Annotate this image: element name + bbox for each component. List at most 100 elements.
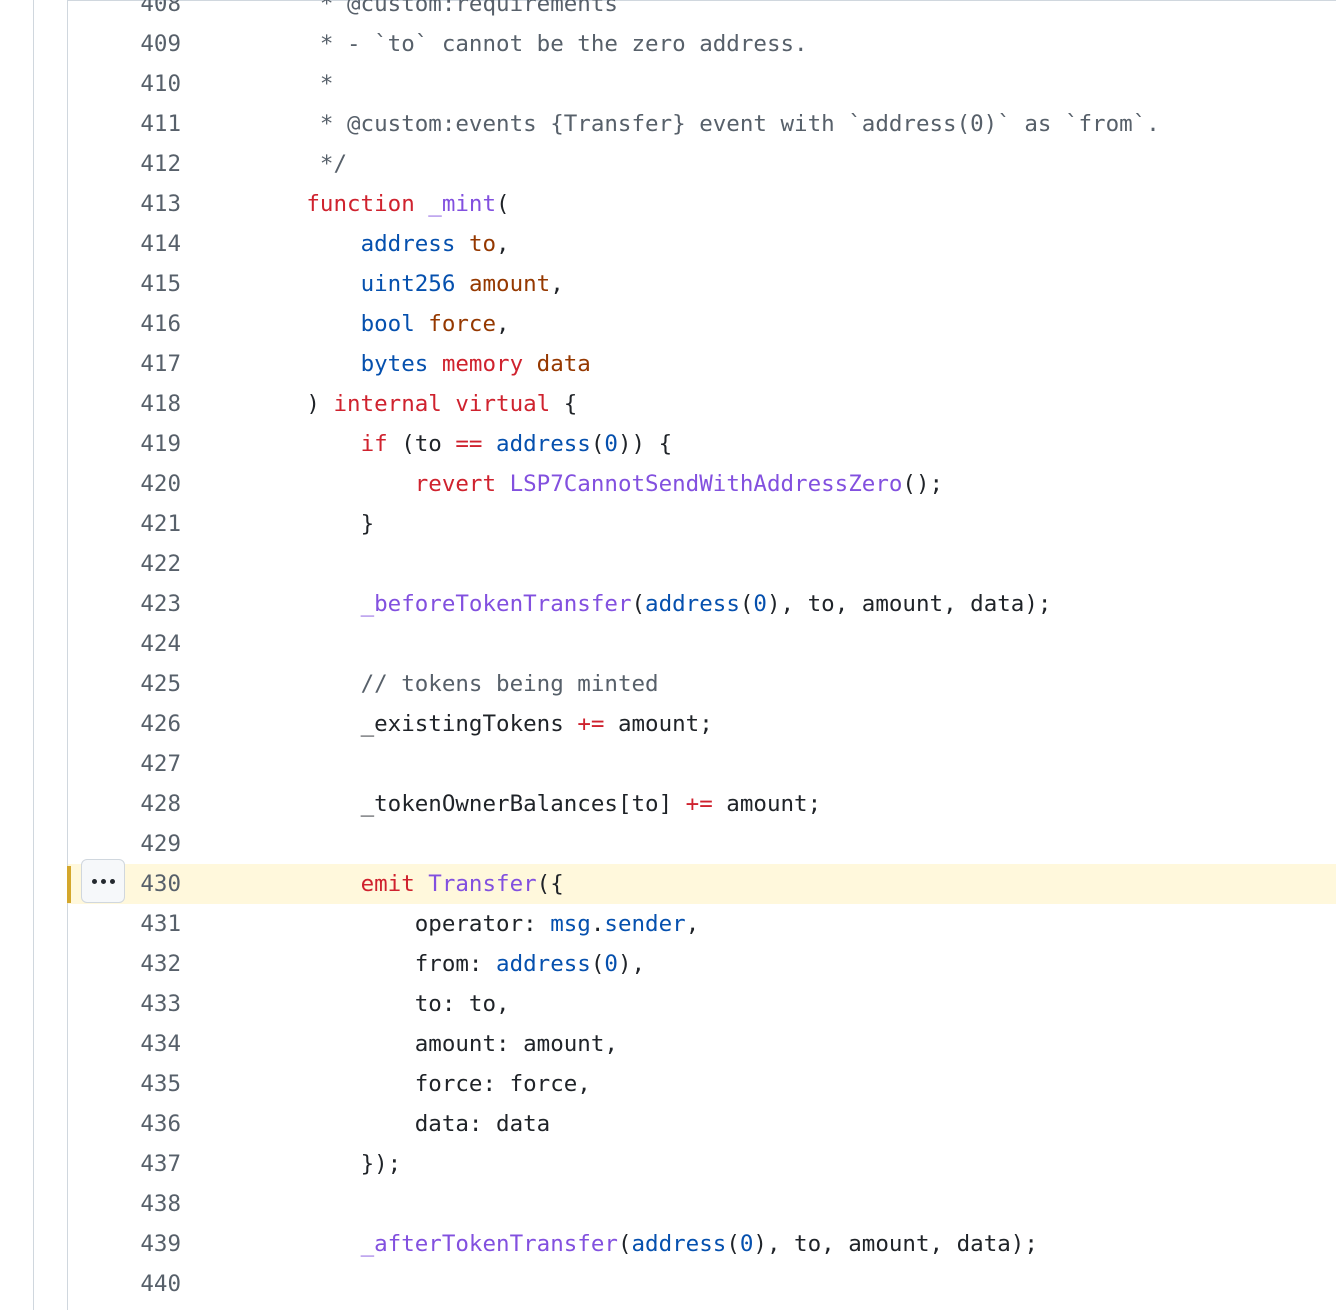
code-token: )) {: [617, 431, 673, 457]
code-token: msg: [550, 911, 591, 937]
line-number[interactable]: 432: [68, 944, 181, 984]
line-number[interactable]: 434: [68, 1024, 181, 1064]
line-number[interactable]: 421: [68, 504, 181, 544]
code-token: }: [360, 511, 375, 537]
line-number[interactable]: 410: [68, 64, 181, 104]
code-token: ), to, amount, data);: [766, 591, 1052, 617]
code-token: force: force,: [414, 1071, 591, 1097]
line-number[interactable]: 436: [68, 1104, 181, 1144]
code-token: revert: [414, 471, 497, 497]
code-text: */: [198, 144, 347, 184]
code-token: internal: [333, 391, 442, 417]
line-number[interactable]: 419: [68, 424, 181, 464]
code-token: emit: [360, 871, 415, 897]
line-number[interactable]: 417: [68, 344, 181, 384]
code-token: ==: [455, 431, 483, 457]
code-token: amount;: [604, 711, 713, 737]
code-line: 438: [68, 1184, 1336, 1224]
code-token: ): [306, 391, 334, 417]
code-text: if (to == address(0)) {: [198, 424, 673, 464]
code-token: amount;: [712, 791, 822, 817]
code-text: });: [198, 1144, 402, 1184]
code-line: 425 // tokens being minted: [68, 664, 1336, 704]
line-number[interactable]: 412: [68, 144, 181, 184]
line-number[interactable]: 422: [68, 544, 181, 584]
code-token: ,: [496, 231, 510, 257]
code-line: 433 to: to,: [68, 984, 1336, 1024]
code-token: LSP7CannotSendWithAddressZero: [509, 471, 903, 497]
line-number[interactable]: 437: [68, 1144, 181, 1184]
code-token: */: [319, 151, 348, 177]
code-token: address: [496, 431, 591, 457]
line-number[interactable]: 427: [68, 744, 181, 784]
code-token: address: [496, 951, 591, 977]
code-token: ), to, amount, data);: [753, 1231, 1038, 1257]
line-number[interactable]: 414: [68, 224, 181, 264]
code-token: address: [631, 1231, 727, 1257]
code-line: 411 * @custom:events {Transfer} event wi…: [68, 104, 1336, 144]
line-number[interactable]: 440: [68, 1264, 181, 1304]
line-number[interactable]: 413: [68, 184, 181, 224]
code-token: amount: [468, 271, 551, 297]
code-line: 431 operator: msg.sender,: [68, 904, 1336, 944]
line-number[interactable]: 433: [68, 984, 181, 1024]
line-number[interactable]: 411: [68, 104, 181, 144]
line-number[interactable]: 430: [68, 864, 181, 904]
code-line: 419 if (to == address(0)) {: [68, 424, 1336, 464]
line-number[interactable]: 431: [68, 904, 181, 944]
code-token: address: [360, 231, 456, 257]
line-number[interactable]: 429: [68, 824, 181, 864]
code-token: to: to,: [414, 991, 510, 1017]
line-number[interactable]: 425: [68, 664, 181, 704]
line-number[interactable]: 424: [68, 624, 181, 664]
code-text: bool force,: [198, 304, 510, 344]
line-number[interactable]: 420: [68, 464, 181, 504]
line-number[interactable]: 438: [68, 1184, 181, 1224]
code-token: * - `to` cannot be the zero address.: [319, 31, 808, 57]
code-line: 422: [68, 544, 1336, 584]
line-number[interactable]: 423: [68, 584, 181, 624]
line-number[interactable]: 416: [68, 304, 181, 344]
code-token: .: [590, 911, 605, 937]
code-token: (: [631, 591, 646, 617]
left-rail-divider: [33, 0, 34, 1310]
code-token: {: [550, 391, 578, 417]
code-text: to: to,: [198, 984, 510, 1024]
line-number[interactable]: 435: [68, 1064, 181, 1104]
code-text: *: [198, 64, 334, 104]
code-line: 408 * @custom:requirements: [68, 0, 1336, 24]
code-token: * @custom:requirements: [319, 0, 618, 17]
code-text: // tokens being minted: [198, 664, 659, 704]
code-line: 437 });: [68, 1144, 1336, 1184]
code-line: 410 *: [68, 64, 1336, 104]
line-number[interactable]: 418: [68, 384, 181, 424]
line-number[interactable]: 439: [68, 1224, 181, 1264]
code-text: revert LSP7CannotSendWithAddressZero();: [198, 464, 943, 504]
code-token: operator:: [414, 911, 551, 937]
code-text: _tokenOwnerBalances[to] += amount;: [198, 784, 822, 824]
line-number[interactable]: 426: [68, 704, 181, 744]
code-token: (: [496, 191, 510, 217]
code-text: operator: msg.sender,: [198, 904, 699, 944]
code-text: }: [198, 504, 375, 544]
code-token: ,: [550, 271, 564, 297]
code-token: });: [360, 1151, 402, 1177]
line-number[interactable]: 408: [68, 0, 181, 24]
line-number[interactable]: 415: [68, 264, 181, 304]
line-number[interactable]: 409: [68, 24, 181, 64]
line-number[interactable]: 428: [68, 784, 181, 824]
